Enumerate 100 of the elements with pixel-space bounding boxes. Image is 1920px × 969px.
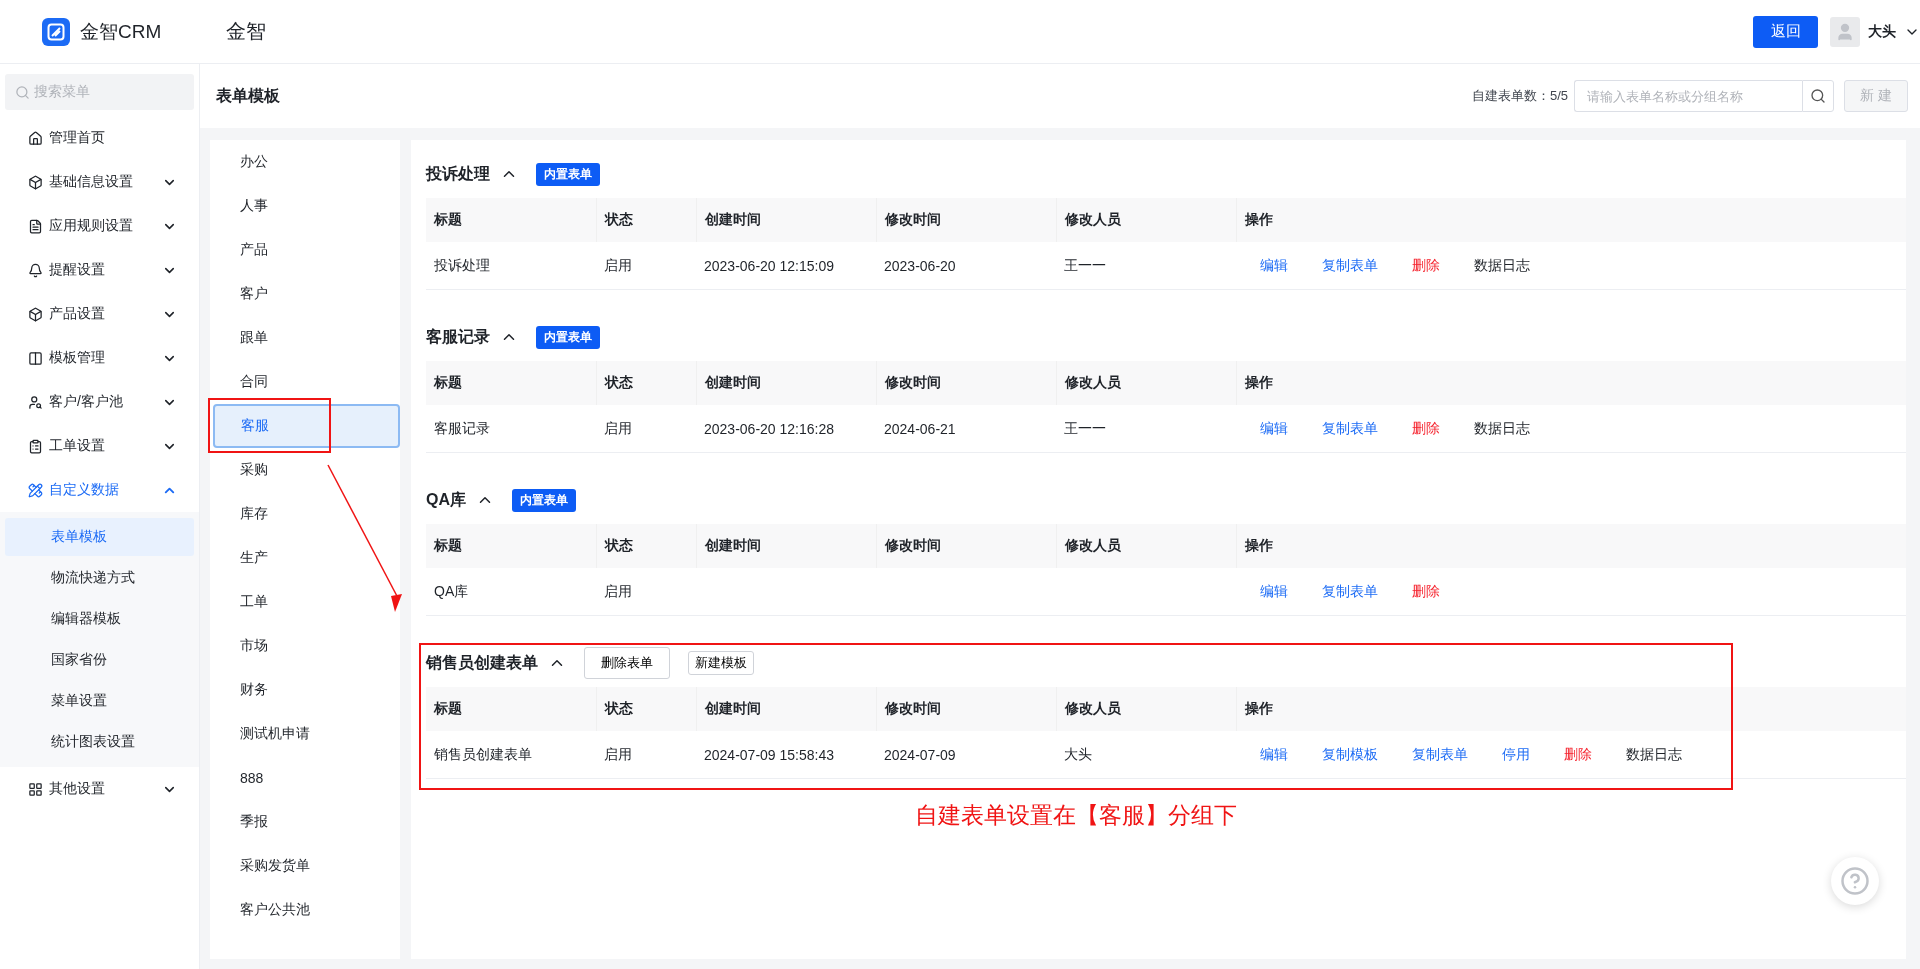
group-item[interactable]: 库存: [210, 492, 400, 536]
group-item[interactable]: 市场: [210, 624, 400, 668]
column-header: 修改时间: [876, 687, 1056, 731]
section-title: 表单模板: [216, 85, 281, 106]
column-header: 修改人员: [1056, 687, 1236, 731]
group-item[interactable]: 人事: [210, 184, 400, 228]
menu-icon: [28, 174, 43, 190]
group-item[interactable]: 客户公共池: [210, 888, 400, 932]
column-header: 标题: [426, 361, 596, 405]
table-cell: 启用: [596, 242, 696, 290]
column-header: 状态: [596, 687, 696, 731]
action-link[interactable]: 停用: [1502, 745, 1530, 764]
new-template-button[interactable]: 新建模板: [688, 651, 754, 675]
action-link[interactable]: 复制表单: [1322, 582, 1378, 601]
table-cell: 王一一: [1056, 405, 1236, 453]
submenu-item[interactable]: 统计图表设置: [5, 723, 194, 761]
action-link[interactable]: 数据日志: [1474, 419, 1530, 438]
back-button[interactable]: 返回: [1753, 15, 1818, 48]
column-header: 操作: [1236, 687, 1906, 731]
column-header: 标题: [426, 687, 596, 731]
action-link[interactable]: 复制表单: [1412, 745, 1468, 764]
menu-item[interactable]: 产品设置: [0, 292, 199, 336]
group-item[interactable]: 办公: [210, 140, 400, 184]
table-cell: 启用: [596, 731, 696, 779]
builtin-badge: 内置表单: [536, 325, 600, 349]
user-name[interactable]: 大头: [1868, 22, 1896, 41]
group-item[interactable]: 合同: [210, 360, 400, 404]
action-link[interactable]: 编辑: [1260, 745, 1288, 764]
table-cell: 启用: [596, 568, 696, 616]
builtin-badge: 内置表单: [512, 488, 576, 512]
group-item[interactable]: 888: [210, 756, 400, 800]
search-icon: [15, 84, 30, 100]
group-item[interactable]: 客户: [210, 272, 400, 316]
menu-icon: [28, 781, 43, 797]
action-link[interactable]: 数据日志: [1474, 256, 1530, 275]
search-field[interactable]: 请输入表单名称或分组名称: [1574, 80, 1802, 112]
menu-item[interactable]: 应用规则设置: [0, 204, 199, 248]
menu-item[interactable]: 提醒设置: [0, 248, 199, 292]
table-cell: 大头: [1056, 731, 1236, 779]
submenu-item[interactable]: 菜单设置: [5, 682, 194, 720]
action-link[interactable]: 复制表单: [1322, 256, 1378, 275]
form-group-title: 销售员创建表单: [426, 652, 538, 673]
menu-item[interactable]: 基础信息设置: [0, 160, 199, 204]
group-item[interactable]: 财务: [210, 668, 400, 712]
table-cell: 销售员创建表单: [426, 731, 596, 779]
action-link[interactable]: 复制模板: [1322, 745, 1378, 764]
group-item[interactable]: 生产: [210, 536, 400, 580]
group-item[interactable]: 跟单: [210, 316, 400, 360]
menu-icon: [28, 262, 43, 278]
group-item[interactable]: 季报: [210, 800, 400, 844]
table-cell: QA库: [426, 568, 596, 616]
submenu-item[interactable]: 国家省份: [5, 641, 194, 679]
logo-icon: [42, 17, 70, 46]
action-link[interactable]: 数据日志: [1626, 745, 1682, 764]
action-link[interactable]: 删除: [1412, 419, 1440, 438]
brand-name: 金智CRM: [80, 19, 163, 44]
action-link[interactable]: 编辑: [1260, 582, 1288, 601]
action-link[interactable]: 删除: [1564, 745, 1592, 764]
action-link[interactable]: 编辑: [1260, 419, 1288, 438]
action-link[interactable]: 删除: [1412, 582, 1440, 601]
column-header: 操作: [1236, 198, 1906, 242]
menu-icon: [28, 130, 43, 146]
action-link[interactable]: 复制表单: [1322, 419, 1378, 438]
form-group-title: 客服记录: [426, 326, 490, 347]
menu-item[interactable]: 自定义数据: [0, 468, 199, 512]
menu-icon: [28, 438, 43, 454]
table-cell: 2024-07-09 15:58:43: [696, 731, 876, 779]
menu-icon: [28, 394, 43, 410]
table-cell: 2023-06-20: [876, 242, 1056, 290]
table-cell: 客服记录: [426, 405, 596, 453]
menu-item[interactable]: 管理首页: [0, 116, 199, 160]
column-header: 操作: [1236, 524, 1906, 568]
column-header: 修改人员: [1056, 524, 1236, 568]
group-item[interactable]: 采购: [210, 448, 400, 492]
search-icon: [1810, 88, 1826, 104]
submenu-item[interactable]: 表单模板: [5, 518, 194, 556]
column-header: 状态: [596, 524, 696, 568]
group-item[interactable]: 采购发货单: [210, 844, 400, 888]
group-item[interactable]: 工单: [210, 580, 400, 624]
menu-item[interactable]: 模板管理: [0, 336, 199, 380]
column-header: 修改时间: [876, 524, 1056, 568]
delete-form-button[interactable]: 删除表单: [584, 647, 670, 679]
table-cell: 王一一: [1056, 242, 1236, 290]
page-title: 金智: [226, 19, 267, 44]
table-cell: 2024-07-09: [876, 731, 1056, 779]
column-header: 标题: [426, 198, 596, 242]
menu-item[interactable]: 其他设置: [0, 767, 199, 811]
group-item[interactable]: 产品: [210, 228, 400, 272]
group-item[interactable]: 客服: [213, 404, 400, 448]
submenu-item[interactable]: 物流快递方式: [5, 559, 194, 597]
action-link[interactable]: 编辑: [1260, 256, 1288, 275]
menu-icon: [28, 350, 43, 366]
menu-item[interactable]: 客户/客户池: [0, 380, 199, 424]
group-item[interactable]: 测试机申请: [210, 712, 400, 756]
column-header: 创建时间: [696, 361, 876, 405]
menu-item[interactable]: 工单设置: [0, 424, 199, 468]
action-link[interactable]: 删除: [1412, 256, 1440, 275]
submenu-item[interactable]: 编辑器模板: [5, 600, 194, 638]
search-button[interactable]: [1802, 80, 1834, 112]
column-header: 修改人员: [1056, 361, 1236, 405]
